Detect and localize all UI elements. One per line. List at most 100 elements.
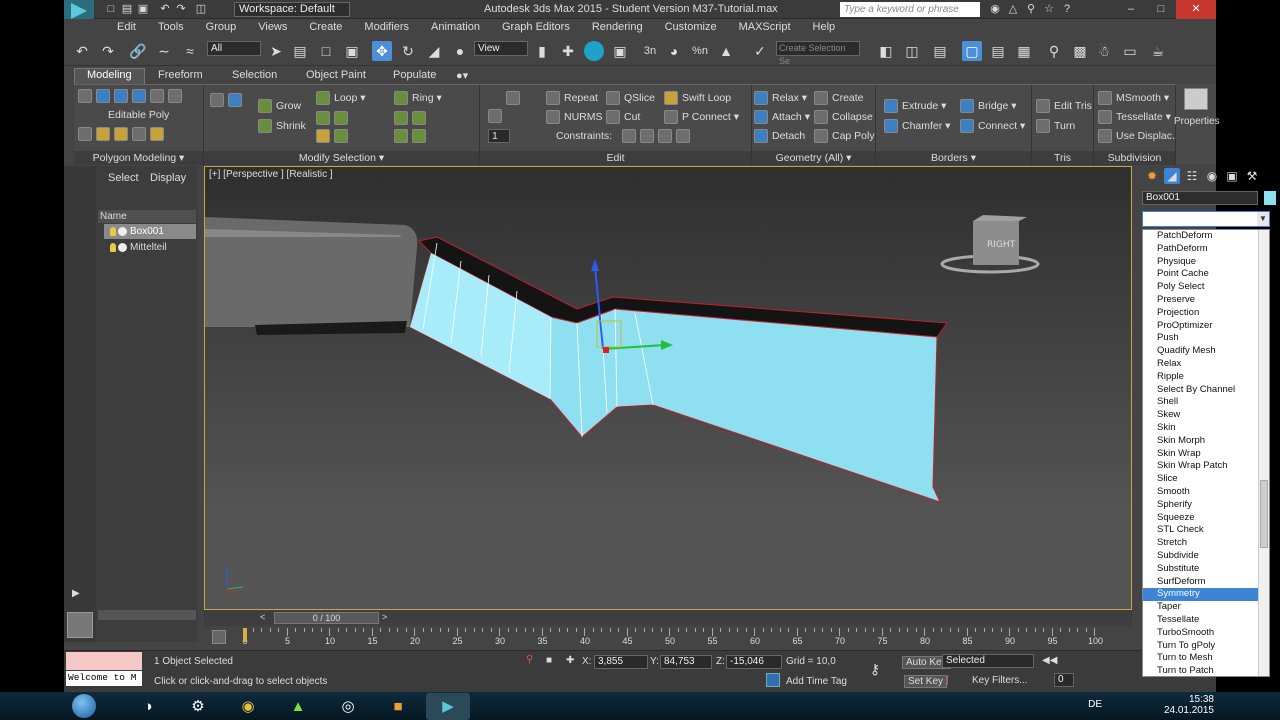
menu-maxscript[interactable]: MAXScript xyxy=(728,19,802,36)
turn-button[interactable]: Turn xyxy=(1036,119,1075,133)
loop-mode-icon[interactable] xyxy=(316,129,330,143)
schematic-view-icon[interactable]: ⚲ xyxy=(1044,41,1064,61)
modifier-item[interactable]: Taper xyxy=(1143,601,1259,614)
window-crossing-icon[interactable]: ▣ xyxy=(342,41,362,61)
prev-frame-icon[interactable]: < xyxy=(260,612,265,622)
menu-tools[interactable]: Tools xyxy=(147,19,195,36)
redo-icon[interactable]: ↷ xyxy=(174,2,188,16)
bind-space-warp-icon[interactable]: ≈ xyxy=(180,41,200,61)
communication-icon[interactable]: ⚲ xyxy=(1024,2,1038,16)
snaps-toggle-icon[interactable]: ▣ xyxy=(610,41,630,61)
menu-rendering[interactable]: Rendering xyxy=(581,19,654,36)
modifier-item[interactable]: Preserve xyxy=(1143,294,1259,307)
clock-time[interactable]: 15:38 xyxy=(1164,694,1214,705)
modifier-item[interactable]: Push xyxy=(1143,332,1259,345)
keyboard-shortcut-override-icon[interactable] xyxy=(584,41,604,61)
remove-modifier-icon[interactable] xyxy=(132,127,146,141)
render-setup-icon[interactable]: ☃ xyxy=(1094,41,1114,61)
timeline-ruler[interactable]: 0510152025303540455055606570758085909510… xyxy=(240,628,1120,650)
menu-create[interactable]: Create xyxy=(298,19,353,36)
ribbon-toggle-icon[interactable]: ▤ xyxy=(988,41,1008,61)
modifier-item[interactable]: Poly Select xyxy=(1143,281,1259,294)
toggle-layer-explorer-icon[interactable]: ▢ xyxy=(962,41,982,61)
modifier-item[interactable]: Physique xyxy=(1143,256,1259,269)
render-production-icon[interactable]: ☕ xyxy=(1148,41,1168,61)
3dsmax-taskbar-icon[interactable]: ▶ xyxy=(426,693,470,720)
key-filters-button[interactable]: Key Filters... xyxy=(972,675,1028,686)
modifier-item[interactable]: Spherify xyxy=(1143,499,1259,512)
modifier-item[interactable]: Quadify Mesh xyxy=(1143,345,1259,358)
selection-lock-icon[interactable]: ■ xyxy=(546,655,552,666)
use-displacement-button[interactable]: Use Displac... xyxy=(1098,129,1181,143)
constraint-none-icon[interactable] xyxy=(622,129,636,143)
current-frame-field[interactable]: 0 xyxy=(1054,673,1074,687)
key-icon[interactable]: ⚷ xyxy=(870,661,880,678)
modifier-item[interactable]: Symmetry xyxy=(1143,588,1259,602)
menu-edit[interactable]: Edit xyxy=(106,19,147,36)
next-frame-icon[interactable]: > xyxy=(382,612,387,622)
grow-button[interactable]: Grow xyxy=(258,99,301,113)
key-filter-curve-icon[interactable]: ∫ xyxy=(946,675,949,686)
ring-grow-icon[interactable] xyxy=(394,111,408,125)
undo-icon[interactable]: ↶ xyxy=(72,41,92,61)
absolute-relative-icon[interactable]: ✚ xyxy=(566,655,574,666)
ring-mode-icon[interactable] xyxy=(394,129,408,143)
shrink-button[interactable]: Shrink xyxy=(258,119,306,133)
loop-button[interactable]: Loop ▾ xyxy=(316,91,366,105)
add-time-tag[interactable]: Add Time Tag xyxy=(786,676,847,687)
utilities-tab-icon[interactable]: ⚒ xyxy=(1244,168,1260,184)
help-search-input[interactable]: Type a keyword or phrase xyxy=(840,2,980,17)
dot-loop-icon[interactable] xyxy=(334,129,348,143)
msmooth-button[interactable]: MSmooth ▾ xyxy=(1098,91,1169,105)
vertex-mode-icon[interactable] xyxy=(96,89,110,103)
scene-scrollbar[interactable] xyxy=(98,610,196,620)
rendered-frame-window-icon[interactable]: ▭ xyxy=(1120,41,1140,61)
current-frame-marker[interactable] xyxy=(243,628,247,642)
angle-snap-icon[interactable]: ◕ xyxy=(664,41,684,61)
borders-label[interactable]: Borders ▾ xyxy=(876,151,1031,165)
language-indicator[interactable]: DE xyxy=(1088,699,1102,710)
reference-coordinate-dropdown[interactable]: View xyxy=(474,41,528,56)
modifier-item[interactable]: Skin Morph xyxy=(1143,435,1259,448)
select-manipulate-icon[interactable]: ✚ xyxy=(558,41,578,61)
y-coordinate-field[interactable]: 84,753 xyxy=(660,655,712,669)
make-unique-icon[interactable] xyxy=(114,127,128,141)
time-slider[interactable]: 0 / 100 xyxy=(274,612,379,624)
maxscript-mini-listener-pink[interactable] xyxy=(66,652,142,670)
modifier-list-dropdown[interactable]: ▼ xyxy=(1142,211,1270,227)
scrollbar-thumb[interactable] xyxy=(1260,480,1268,548)
constraint-face-icon[interactable] xyxy=(658,129,672,143)
help-icon[interactable]: ? xyxy=(1060,2,1074,16)
ring-button[interactable]: Ring ▾ xyxy=(394,91,442,105)
select-and-place-icon[interactable]: ● xyxy=(450,41,470,61)
z-coordinate-field[interactable]: -15,046 xyxy=(726,655,782,669)
edit-tris-button[interactable]: Edit Tris xyxy=(1036,99,1092,113)
modifier-item[interactable]: Ripple xyxy=(1143,371,1259,384)
modify-tab-icon[interactable]: ◢ xyxy=(1164,168,1180,184)
align-icon[interactable]: ◫ xyxy=(902,41,922,61)
select-and-rotate-icon[interactable]: ↻ xyxy=(398,41,418,61)
go-to-start-icon[interactable]: ◀◀ xyxy=(1042,655,1057,666)
maximize-icon[interactable]: □ xyxy=(1146,0,1176,19)
element-mode-icon[interactable] xyxy=(168,89,182,103)
repeat-button[interactable]: Repeat xyxy=(546,91,598,105)
pin-stack-icon[interactable] xyxy=(78,127,92,141)
modifier-item[interactable]: ProOptimizer xyxy=(1143,320,1259,333)
project-folder-icon[interactable]: ◫ xyxy=(194,2,208,16)
modifier-item[interactable]: Select By Channel xyxy=(1143,384,1259,397)
scene-item-box001[interactable]: Box001 xyxy=(104,224,196,239)
tab-populate[interactable]: Populate xyxy=(393,69,436,81)
modifier-item[interactable]: SurfDeform xyxy=(1143,576,1259,589)
object-visibility-icon[interactable] xyxy=(118,243,127,252)
chrome-icon[interactable]: ◉ xyxy=(226,693,270,720)
border-mode-icon[interactable] xyxy=(132,89,146,103)
binoculars-icon[interactable]: ◉ xyxy=(988,2,1002,16)
edit-named-selection-icon[interactable]: ✓ xyxy=(750,41,770,61)
set-key-button[interactable]: Set Key xyxy=(904,675,948,688)
create-tab-icon[interactable]: ✹ xyxy=(1144,168,1160,184)
menu-customize[interactable]: Customize xyxy=(654,19,728,36)
tab-object-paint[interactable]: Object Paint xyxy=(306,69,366,81)
perspective-viewport[interactable]: RIGHT [+] [Perspective ] [Realistic ] xyxy=(204,166,1132,610)
modifier-item[interactable]: Skin Wrap Patch xyxy=(1143,460,1259,473)
create-button[interactable]: Create xyxy=(814,91,864,105)
